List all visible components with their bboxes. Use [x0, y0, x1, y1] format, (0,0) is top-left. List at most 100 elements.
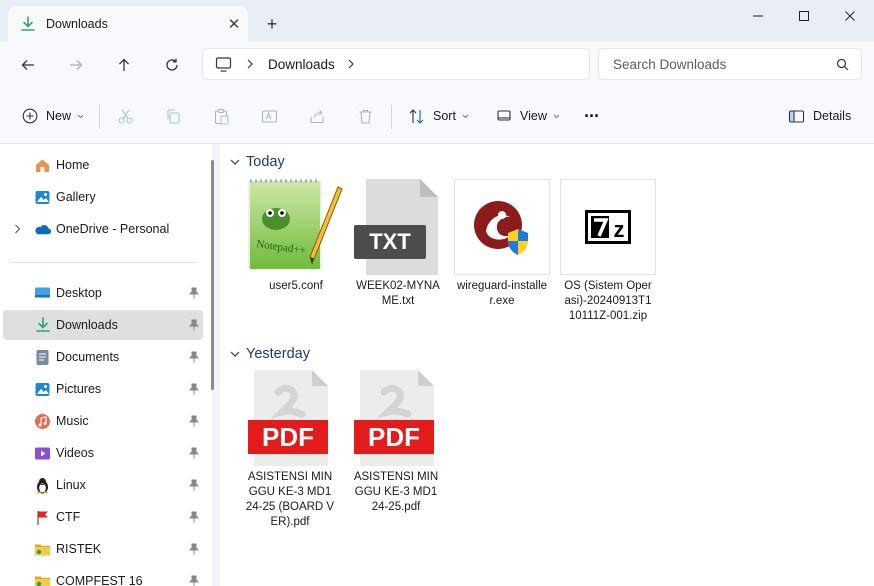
download-icon [20, 16, 36, 32]
svg-text:PDF: PDF [262, 422, 314, 452]
pin-icon[interactable] [189, 447, 199, 459]
file-item[interactable]: PDF ASISTENSI MINGGU KE-3 MD1 24-25.pdf [348, 370, 444, 515]
desktop-icon [34, 285, 51, 302]
tab-close-button[interactable]: ✕ [220, 10, 248, 38]
new-tab-button[interactable]: + [258, 10, 286, 38]
up-arrow-icon [119, 58, 129, 71]
music-icon [34, 413, 51, 430]
breadcrumb-chevron-icon[interactable] [246, 59, 254, 69]
pin-icon[interactable] [189, 319, 199, 331]
navigation-pane: Home Gallery OneDrive - Personal Desktop… [0, 144, 212, 586]
close-window-button[interactable] [827, 0, 873, 32]
pin-icon[interactable] [189, 575, 199, 586]
forward-button[interactable] [60, 49, 92, 81]
sidebar-scrollbar[interactable] [211, 160, 214, 390]
back-arrow-icon [21, 60, 34, 70]
file-name: ASISTENSI MINGGU KE-3 MD1 24-25.pdf [353, 471, 439, 513]
downloads-icon [34, 317, 51, 334]
maximize-button[interactable] [781, 0, 827, 32]
file-name: wireguard-installer.exe [456, 280, 548, 307]
pin-icon[interactable] [189, 479, 199, 491]
view-icon [497, 110, 511, 121]
title-bar: Downloads ✕ + [0, 0, 874, 42]
file-name: OS (Sistem Operasi)-20240913T110111Z-001… [564, 280, 652, 322]
pictures-icon [34, 381, 51, 398]
rename-icon [261, 109, 278, 123]
pin-icon[interactable] [189, 351, 199, 363]
pin-icon[interactable] [189, 543, 199, 555]
this-pc-icon[interactable] [215, 56, 232, 73]
sidebar-item-gallery[interactable]: Gallery [3, 182, 203, 212]
details-label: Details [813, 109, 852, 123]
file-item[interactable]: TXT WEEK02-MYNAME.txt [350, 179, 446, 309]
tab-downloads[interactable]: Downloads ✕ [8, 6, 248, 42]
sidebar-item-ctf[interactable]: CTF [3, 502, 203, 532]
file-item[interactable]: PDF ASISTENSI MINGGU KE-3 MD1 24-25 (BOA… [242, 370, 338, 530]
minimize-button[interactable] [735, 0, 781, 32]
share-button[interactable] [309, 101, 326, 131]
breadcrumb-downloads[interactable]: Downloads [268, 57, 335, 72]
txt-file-icon: TXT [350, 179, 446, 275]
refresh-icon [166, 58, 178, 71]
sidebar-item-onedrive[interactable]: OneDrive - Personal [3, 214, 203, 244]
file-item[interactable]: wireguard-installer.exe [454, 179, 550, 309]
sidebar-item-label: Gallery [56, 190, 96, 204]
sidebar-item-music[interactable]: Music [3, 406, 203, 436]
view-button[interactable]: View [496, 101, 560, 131]
file-name: WEEK02-MYNAME.txt [356, 280, 440, 307]
sidebar-item-label: Home [56, 158, 90, 172]
sidebar-item-label: OneDrive - Personal [56, 222, 170, 236]
svg-text:z: z [614, 217, 625, 242]
sidebar-item-home[interactable]: Home [3, 150, 203, 180]
sidebar-item-pictures[interactable]: Pictures [3, 374, 203, 404]
back-button[interactable] [12, 49, 44, 81]
new-plus-icon [22, 108, 38, 124]
address-bar[interactable]: Downloads [202, 48, 590, 80]
sidebar-item-linux[interactable]: Linux [3, 470, 203, 500]
new-button[interactable]: New [22, 101, 84, 131]
pin-icon[interactable] [189, 511, 199, 523]
rename-button[interactable] [261, 101, 278, 131]
search-box[interactable] [598, 48, 862, 80]
pin-icon[interactable] [189, 287, 199, 299]
linux-penguin-icon [34, 477, 51, 494]
details-pane-icon [788, 109, 805, 123]
videos-icon [34, 445, 51, 462]
search-input[interactable] [613, 56, 813, 72]
group-header-today[interactable]: Today [230, 152, 285, 172]
file-item[interactable]: z OS (Sistem Operasi)-20240913T110111Z-0… [560, 179, 656, 324]
group-header-yesterday[interactable]: Yesterday [230, 344, 310, 364]
pin-icon[interactable] [189, 415, 199, 427]
sort-icon [409, 108, 424, 124]
pin-icon[interactable] [189, 383, 199, 395]
sidebar-item-desktop[interactable]: Desktop [3, 278, 203, 308]
sidebar-item-label: Videos [56, 446, 94, 460]
sidebar-item-downloads[interactable]: Downloads [3, 310, 203, 340]
cut-button[interactable] [117, 101, 134, 131]
delete-button[interactable] [357, 101, 374, 131]
details-button[interactable]: Details [788, 101, 851, 131]
file-item[interactable]: Notepad++ user5.conf [248, 179, 344, 294]
new-label: New [46, 109, 72, 123]
sidebar-item-label: CTF [56, 510, 81, 524]
sort-button[interactable]: Sort [408, 101, 469, 131]
sidebar-item-label: Desktop [56, 286, 102, 300]
copy-button[interactable] [165, 101, 182, 131]
cut-icon [118, 109, 133, 124]
pdf-icon: PDF [242, 370, 338, 466]
group-title: Yesterday [246, 346, 310, 362]
sidebar-item-compfest[interactable]: COMPFEST 16 [3, 566, 203, 586]
gallery-icon [34, 189, 51, 206]
sidebar-item-ristek[interactable]: RISTEK [3, 534, 203, 564]
sidebar-item-label: COMPFEST 16 [56, 574, 143, 586]
paste-button[interactable] [213, 101, 230, 131]
documents-icon [34, 349, 51, 366]
more-options-button[interactable]: ··· [584, 101, 600, 131]
breadcrumb-chevron-icon[interactable] [347, 59, 355, 69]
chevron-right-icon[interactable] [12, 224, 22, 234]
search-icon[interactable] [836, 58, 849, 71]
sidebar-item-videos[interactable]: Videos [3, 438, 203, 468]
up-button[interactable] [108, 49, 140, 81]
sidebar-item-documents[interactable]: Documents [3, 342, 203, 372]
refresh-button[interactable] [156, 49, 188, 81]
